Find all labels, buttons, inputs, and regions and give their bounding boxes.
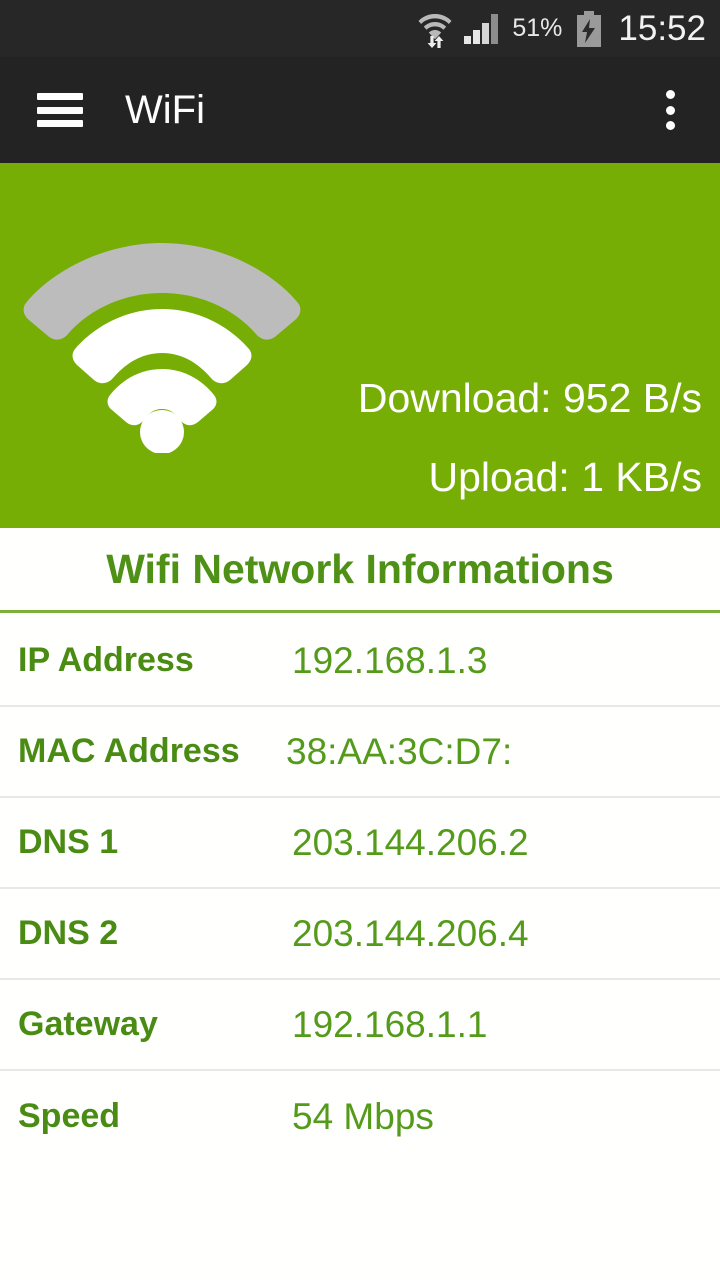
wifi-status-banner: Download: 952 B/s Upload: 1 KB/s: [0, 163, 720, 528]
row-label-gateway: Gateway: [18, 1005, 158, 1043]
status-bar-clock: 15:52: [618, 9, 706, 48]
row-value-mac-address: 38:AA:3C:D7:: [286, 730, 513, 772]
status-bar: 51% 15:52: [0, 0, 720, 57]
overflow-dot-3: [666, 121, 675, 130]
row-label-speed: Speed: [18, 1097, 121, 1135]
battery-charging-icon: [576, 10, 602, 47]
wifi-signal-icon: [22, 223, 302, 454]
table-row[interactable]: MAC Address 38:AA:3C:D7:: [0, 707, 720, 798]
page-title: WiFi: [125, 88, 205, 132]
download-speed-label: Download: 952 B/s: [357, 375, 702, 421]
row-value-speed: 54 Mbps: [292, 1095, 434, 1137]
section-title: Wifi Network Informations: [0, 528, 720, 613]
upload-speed-label: Upload: 1 KB/s: [428, 454, 703, 500]
network-info-list: IP Address 192.168.1.3 MAC Address 38:AA…: [0, 616, 720, 1162]
table-row[interactable]: IP Address 192.168.1.3: [0, 616, 720, 707]
row-value-gateway: 192.168.1.1: [292, 1003, 488, 1045]
overflow-dot-1: [666, 90, 675, 99]
overflow-menu-icon[interactable]: [666, 90, 675, 130]
cellular-signal-icon: [464, 13, 500, 44]
row-label-dns-2: DNS 2: [18, 914, 119, 952]
app-bar: WiFi: [0, 57, 720, 163]
table-row[interactable]: DNS 2 203.144.206.4: [0, 889, 720, 980]
row-value-ip-address: 192.168.1.3: [292, 639, 488, 681]
speed-readout: Download: 952 B/s Upload: 1 KB/s: [358, 359, 702, 517]
hamburger-bar-1: [37, 93, 83, 100]
hamburger-bar-2: [37, 106, 83, 114]
row-value-dns-2: 203.144.206.4: [292, 912, 529, 954]
overflow-dot-2: [666, 105, 675, 115]
battery-percent-label: 51%: [512, 16, 564, 41]
app-screen: 51% 15:52 WiFi Download: 952 B/s Upload:…: [0, 0, 720, 1280]
battery-percent-text: 51%: [512, 14, 563, 42]
hamburger-menu-icon[interactable]: [37, 93, 83, 127]
row-label-mac-address: MAC Address: [18, 732, 240, 770]
table-row[interactable]: Speed 54 Mbps: [0, 1071, 720, 1162]
row-label-dns-1: DNS 1: [18, 823, 119, 861]
wifi-transfer-icon: [418, 10, 452, 48]
row-label-ip-address: IP Address: [18, 641, 194, 679]
row-value-dns-1: 203.144.206.2: [292, 821, 529, 863]
table-row[interactable]: DNS 1 203.144.206.2: [0, 798, 720, 889]
hamburger-bar-3: [37, 120, 83, 127]
table-row[interactable]: Gateway 192.168.1.1: [0, 980, 720, 1071]
